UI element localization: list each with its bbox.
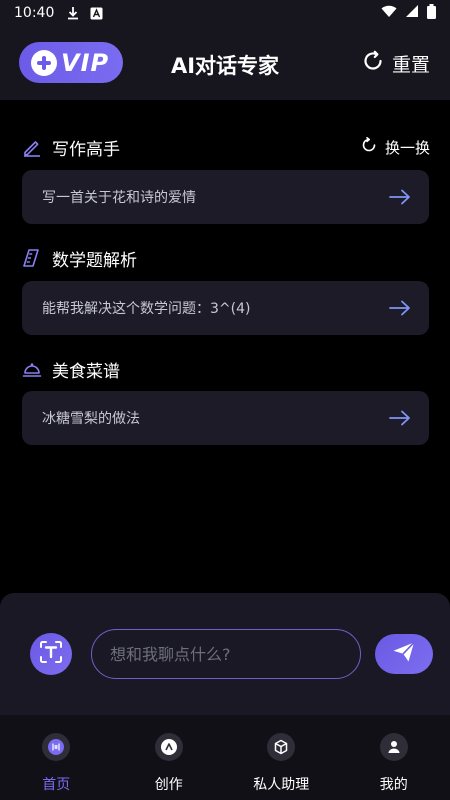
text-mode-button[interactable] (30, 633, 72, 675)
bottom-nav: 首页 创作 私人助理 我的 (0, 715, 450, 800)
chat-input-panel (0, 593, 450, 715)
section-title: 写作高手 (52, 139, 120, 160)
reset-icon (362, 50, 384, 77)
notification-a-icon (90, 7, 103, 20)
profile-icon (379, 733, 408, 761)
app-header: VIP AI对话专家 重置 (0, 26, 450, 100)
prompt-card-food[interactable]: 冰糖雪梨的做法 (22, 391, 429, 445)
section-math-header: 数学题解析 (22, 246, 430, 271)
refresh-label: 换一换 (384, 138, 430, 157)
section-title: 美食菜谱 (52, 361, 120, 382)
wifi-icon (381, 4, 397, 22)
nav-item-assistant[interactable]: 私人助理 (225, 715, 338, 800)
pencil-icon (22, 137, 42, 157)
send-button[interactable] (375, 634, 433, 674)
create-icon (154, 733, 183, 761)
arrow-right-icon (389, 300, 411, 316)
text-t-icon (39, 640, 63, 668)
section-writing-header: 写作高手 换一换 (22, 135, 430, 160)
section-food-header: 美食菜谱 (22, 357, 430, 382)
refresh-button[interactable]: 换一换 (361, 137, 430, 158)
prompt-text: 写一首关于花和诗的爱情 (42, 190, 196, 206)
nav-label: 首页 (42, 777, 71, 793)
reset-button[interactable]: 重置 (362, 50, 430, 77)
prompt-card-writing[interactable]: 写一首关于花和诗的爱情 (22, 170, 429, 224)
nav-item-home[interactable]: 首页 (0, 715, 113, 800)
chat-input[interactable] (91, 629, 361, 679)
nav-label: 我的 (379, 777, 408, 793)
nav-item-create[interactable]: 创作 (113, 715, 226, 800)
status-bar: 10:40 (0, 0, 450, 26)
prompt-card-math[interactable]: 能帮我解决这个数学问题：3^(4) (22, 281, 429, 335)
download-icon (66, 6, 80, 20)
assistant-cube-icon (267, 733, 296, 761)
prompt-text: 冰糖雪梨的做法 (42, 411, 140, 427)
signal-icon (405, 4, 419, 22)
battery-icon (427, 3, 436, 23)
reset-label: 重置 (391, 54, 430, 76)
refresh-icon (361, 137, 377, 157)
status-time: 10:40 (14, 5, 55, 21)
food-cloche-icon (22, 359, 42, 379)
nav-item-profile[interactable]: 我的 (338, 715, 450, 800)
send-icon (392, 641, 416, 667)
section-title: 数学题解析 (52, 250, 137, 271)
arrow-right-icon (389, 189, 411, 205)
arrow-right-icon (389, 410, 411, 426)
home-chat-icon (42, 733, 71, 761)
nav-label: 创作 (154, 777, 183, 793)
prompt-text: 能帮我解决这个数学问题：3^(4) (42, 301, 251, 317)
ruler-icon (22, 248, 42, 268)
nav-label: 私人助理 (253, 777, 310, 793)
